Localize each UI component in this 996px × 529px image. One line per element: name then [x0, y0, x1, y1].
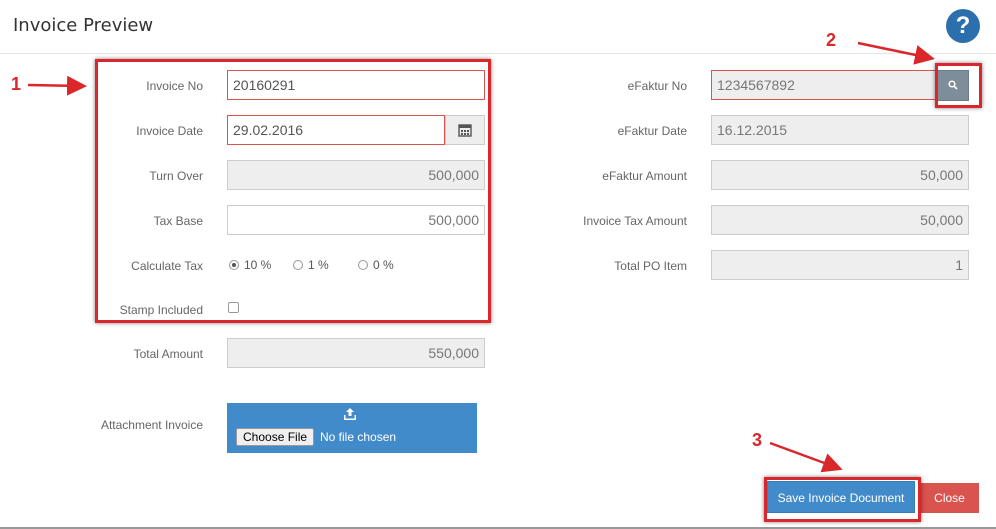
annotation-arrow-3: [769, 441, 843, 473]
annotation-arrows: [27, 41, 935, 473]
annotation-arrow-1: [27, 75, 87, 96]
annotation-arrow-2: [857, 41, 935, 65]
